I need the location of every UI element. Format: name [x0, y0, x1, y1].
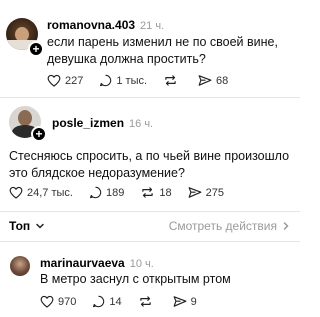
like-count: 970 — [58, 295, 77, 308]
post-text: если парень изменил не по своей вине, де… — [47, 34, 295, 68]
chevron-down-icon — [36, 223, 44, 229]
username[interactable]: posle_izmen — [52, 116, 124, 130]
follow-plus-icon[interactable]: + — [28, 41, 44, 57]
like-button[interactable]: 24,7 тыс. — [9, 186, 73, 199]
repost-button[interactable] — [138, 295, 157, 308]
follow-plus-icon[interactable]: + — [31, 126, 47, 142]
repost-button[interactable]: 18 — [140, 186, 172, 199]
post-text-line: В метро заснул с открытым ртом — [40, 272, 231, 286]
reply-count: 189 — [105, 186, 125, 199]
like-count: 227 — [65, 74, 84, 87]
share-count: 68 — [216, 74, 229, 87]
share-button[interactable]: 9 — [173, 295, 197, 308]
reply-button[interactable]: 14 — [92, 295, 122, 308]
sort-dropdown[interactable]: Топ — [9, 219, 45, 233]
repost-icon — [139, 296, 151, 307]
repost-button[interactable] — [163, 74, 182, 87]
post-3-header: marinaurvaeva 10 ч. — [40, 254, 154, 272]
share-icon — [173, 296, 187, 307]
post-1-header: romanovna.403 21 ч. — [47, 16, 164, 34]
like-button[interactable]: 227 — [47, 74, 83, 87]
post-text: Стесняюсь спросить, а по чьей вине произ… — [9, 148, 297, 182]
repost-count: 18 — [159, 186, 172, 199]
like-count: 24,7 тыс. — [27, 186, 73, 199]
share-button[interactable]: 275 — [188, 186, 224, 199]
reply-count: 1 тыс. — [116, 74, 148, 87]
comment-icon — [89, 186, 102, 199]
post-2-header: posle_izmen 16 ч. — [52, 114, 153, 132]
timestamp: 10 ч. — [129, 258, 154, 270]
post-text: В метро заснул с открытым ртом — [40, 271, 295, 288]
post-actions: 24,7 тыс. 189 18 275 — [9, 186, 240, 199]
post-text-line: Стесняюсь спросить, а по чьей вине произ… — [9, 149, 290, 163]
timestamp: 21 ч. — [140, 20, 165, 32]
share-button[interactable]: 68 — [198, 74, 228, 87]
chevron-right-icon — [283, 222, 289, 230]
post-divider — [0, 211, 300, 212]
share-icon — [198, 75, 212, 86]
repost-icon — [142, 187, 154, 198]
comment-icon — [93, 295, 105, 308]
username[interactable]: romanovna.403 — [47, 18, 135, 32]
share-icon — [188, 187, 201, 198]
reply-button[interactable]: 189 — [89, 186, 124, 199]
post-text-line: девушка должна простить? — [47, 52, 206, 66]
repost-icon — [165, 75, 176, 86]
share-count: 275 — [205, 186, 224, 199]
heart-icon — [47, 74, 61, 87]
post-divider — [0, 97, 300, 98]
reply-button[interactable]: 1 тыс. — [99, 74, 147, 87]
username[interactable]: marinaurvaeva — [40, 256, 125, 270]
share-count: 9 — [190, 295, 197, 308]
post-text-line: это блядское недоразумение? — [9, 166, 185, 180]
reply-count: 14 — [109, 295, 122, 308]
post-text-line: если парень изменил не по своей вине, — [47, 35, 278, 49]
sort-label: Топ — [9, 219, 31, 233]
view-actions-label: Смотреть действия — [168, 219, 277, 233]
post-actions: 970 14 9 — [40, 295, 213, 308]
view-actions-link[interactable]: Смотреть действия — [169, 219, 291, 233]
comment-icon — [100, 74, 112, 87]
like-button[interactable]: 970 — [40, 295, 76, 308]
section-divider — [0, 241, 300, 242]
timestamp: 16 ч. — [129, 118, 154, 130]
post-actions: 227 1 тыс. 68 — [47, 74, 244, 87]
heart-icon — [40, 295, 54, 308]
heart-icon — [9, 186, 23, 199]
avatar-marinaurvaeva[interactable] — [10, 256, 30, 276]
